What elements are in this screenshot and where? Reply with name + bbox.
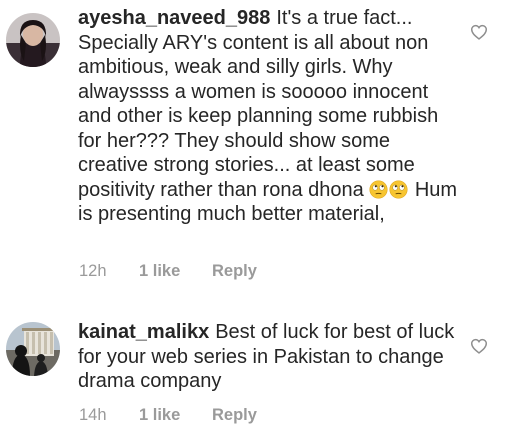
comment-timestamp: 14h — [79, 406, 107, 424]
avatar[interactable] — [6, 322, 60, 376]
comment-meta: 14h 1 like Reply — [79, 405, 379, 425]
face-with-rolling-eyes-icon — [389, 179, 408, 199]
reply-button[interactable]: Reply — [212, 261, 257, 281]
reply-button[interactable]: Reply — [212, 405, 257, 425]
comment-username[interactable]: ayesha_naveed_988 — [78, 7, 270, 29]
avatar[interactable] — [6, 13, 60, 67]
comment-username[interactable]: kainat_malikx — [78, 321, 209, 343]
heart-outline-icon[interactable] — [470, 338, 488, 354]
heart-outline-icon[interactable] — [470, 24, 488, 40]
comment-text: ayesha_naveed_988 It's a true fact... Spe… — [78, 6, 463, 227]
comment-meta: 12h 1 like Reply — [79, 261, 379, 281]
like-count[interactable]: 1 like — [139, 261, 180, 281]
face-with-rolling-eyes-icon — [369, 179, 388, 199]
comment-item: kainat_malikx Best of luck for best of lu… — [0, 310, 521, 427]
comment-body: It's a true fact... Specially ARY's cont… — [78, 7, 439, 201]
like-count[interactable]: 1 like — [139, 405, 180, 425]
comment-text: kainat_malikx Best of luck for best of lu… — [78, 320, 463, 394]
comment-timestamp: 12h — [79, 262, 107, 280]
comment-item: ayesha_naveed_988 It's a true fact... Spe… — [0, 0, 521, 290]
